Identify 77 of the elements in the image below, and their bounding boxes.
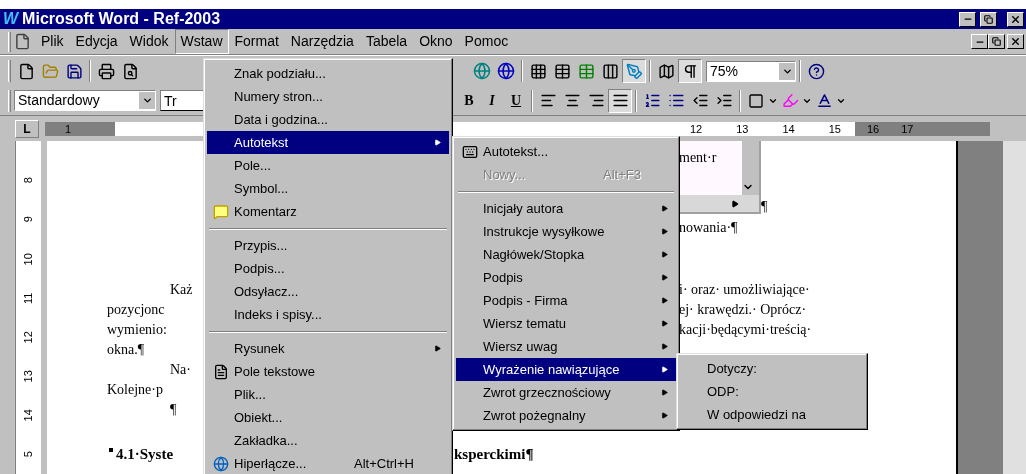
menu-item[interactable]: Indeks i spisy... [207,303,449,326]
menu-item[interactable]: Instrukcje wysyłkowe [456,220,676,243]
menu-item[interactable]: Zwrot pożegnalny [456,404,676,427]
ruler-number: 15 [828,122,841,136]
menu-item[interactable]: Nagłówek/Stopka [456,243,676,266]
bold-button[interactable]: B [458,90,480,111]
ruler-number: 14 [782,122,795,136]
menu-item[interactable]: W odpowiedzi na [680,403,864,426]
menu-item[interactable]: Autotekst... [456,140,676,163]
document-text: wymienio: [107,321,167,339]
ruler-number: 17 [901,122,914,136]
document-text: i· oraz· umożliwiające· [679,281,810,299]
ruler-number: 13 [21,369,36,385]
menu-item[interactable]: Zwrot grzecznościowy [456,381,676,404]
menu-item[interactable]: Widok [123,29,175,54]
menu-item[interactable]: Okno [413,29,459,54]
ruler-number: 10 [21,251,36,267]
menu-item[interactable]: Dotyczy: [680,357,864,380]
ruler-number: 16 [867,122,880,136]
menu-item[interactable]: Podpis [456,266,676,289]
paragraph-mark: ¶ [761,198,768,216]
menu-item[interactable]: Edycja [69,29,124,54]
heading-text: 4.1·Syste [116,446,174,462]
object-text: ment·r [679,149,718,167]
ruler-number: 9 [21,215,36,225]
style-combo[interactable]: Standardowy [14,90,156,111]
menu-item[interactable]: Komentarz [207,200,449,223]
document-text: kacji·będącymi·treścią· [679,321,812,339]
menu-item[interactable]: Tabela [359,29,414,54]
menu-item[interactable]: Narzędzia [284,29,360,54]
ruler-number: 13 [736,122,749,136]
menu-item[interactable]: Wiersz tematu [456,312,676,335]
menu-item[interactable]: Pomoc [458,29,515,54]
ruler-number: 14 [21,408,36,424]
document-text: Na· [169,361,191,379]
document-text: ej· krawędzi.· Oprócz· [679,301,807,319]
ruler-number: 8 [21,176,36,186]
ruler-number: 12 [21,329,36,346]
document-text: nowania·¶ [679,219,738,237]
zoom-combo[interactable]: 75% [706,60,796,82]
menu-item[interactable]: Hiperłącze... Alt+Ctrl+H [207,452,449,474]
ruler-number: 5 [21,450,36,460]
document-text: ¶ [169,401,177,419]
menu-item[interactable]: Wiersz uwag [456,335,676,358]
menu-item[interactable]: Podpis... [207,257,449,280]
menu-item[interactable]: Rysunek [207,337,449,360]
document-text: Każ [169,281,193,299]
ruler-number: 11 [21,291,36,306]
document-text: Kolejne·p [107,381,163,399]
menu-item[interactable]: Pole tekstowe [207,360,449,383]
menu-item[interactable]: Podpis - Firma [456,289,676,312]
heading-text: ksperckimi¶ [454,445,534,464]
menu-item[interactable]: Plik... [207,383,449,406]
window-title: Microsoft Word - Ref-2003 [22,11,222,27]
menu-item[interactable]: Plik [35,29,70,54]
document-text: pozycjonc [107,301,165,319]
menu-item[interactable]: Wstaw [174,29,229,54]
menu-item[interactable]: Wyrażenie nawiązujące [456,358,676,381]
menu-item[interactable]: ODP: [680,380,864,403]
italic-button[interactable]: I [480,90,504,111]
menu-item[interactable]: Zakładka... [207,429,449,452]
menu-item[interactable]: Obiekt... [207,406,449,429]
app-logo: W [3,11,19,27]
menu-item[interactable]: Autotekst [207,131,449,154]
document-text: okna.¶ [107,341,145,359]
tab-selector[interactable]: L [15,120,39,138]
menu-item[interactable]: Data i godzina... [207,108,449,131]
menu-item[interactable]: Przypis... [207,234,449,257]
menu-item[interactable]: Inicjały autora [456,197,676,220]
menu-item[interactable]: Symbol... [207,177,449,200]
menu-item[interactable]: Odsyłacz... [207,280,449,303]
menu-item[interactable]: Pole... [207,154,449,177]
underline-button[interactable]: U [504,90,528,111]
ruler-number: 1 [65,123,72,135]
menu-item[interactable]: Format [228,29,285,54]
ruler-number: 12 [690,122,703,136]
menu-item[interactable]: Znak podziału... [207,62,449,85]
